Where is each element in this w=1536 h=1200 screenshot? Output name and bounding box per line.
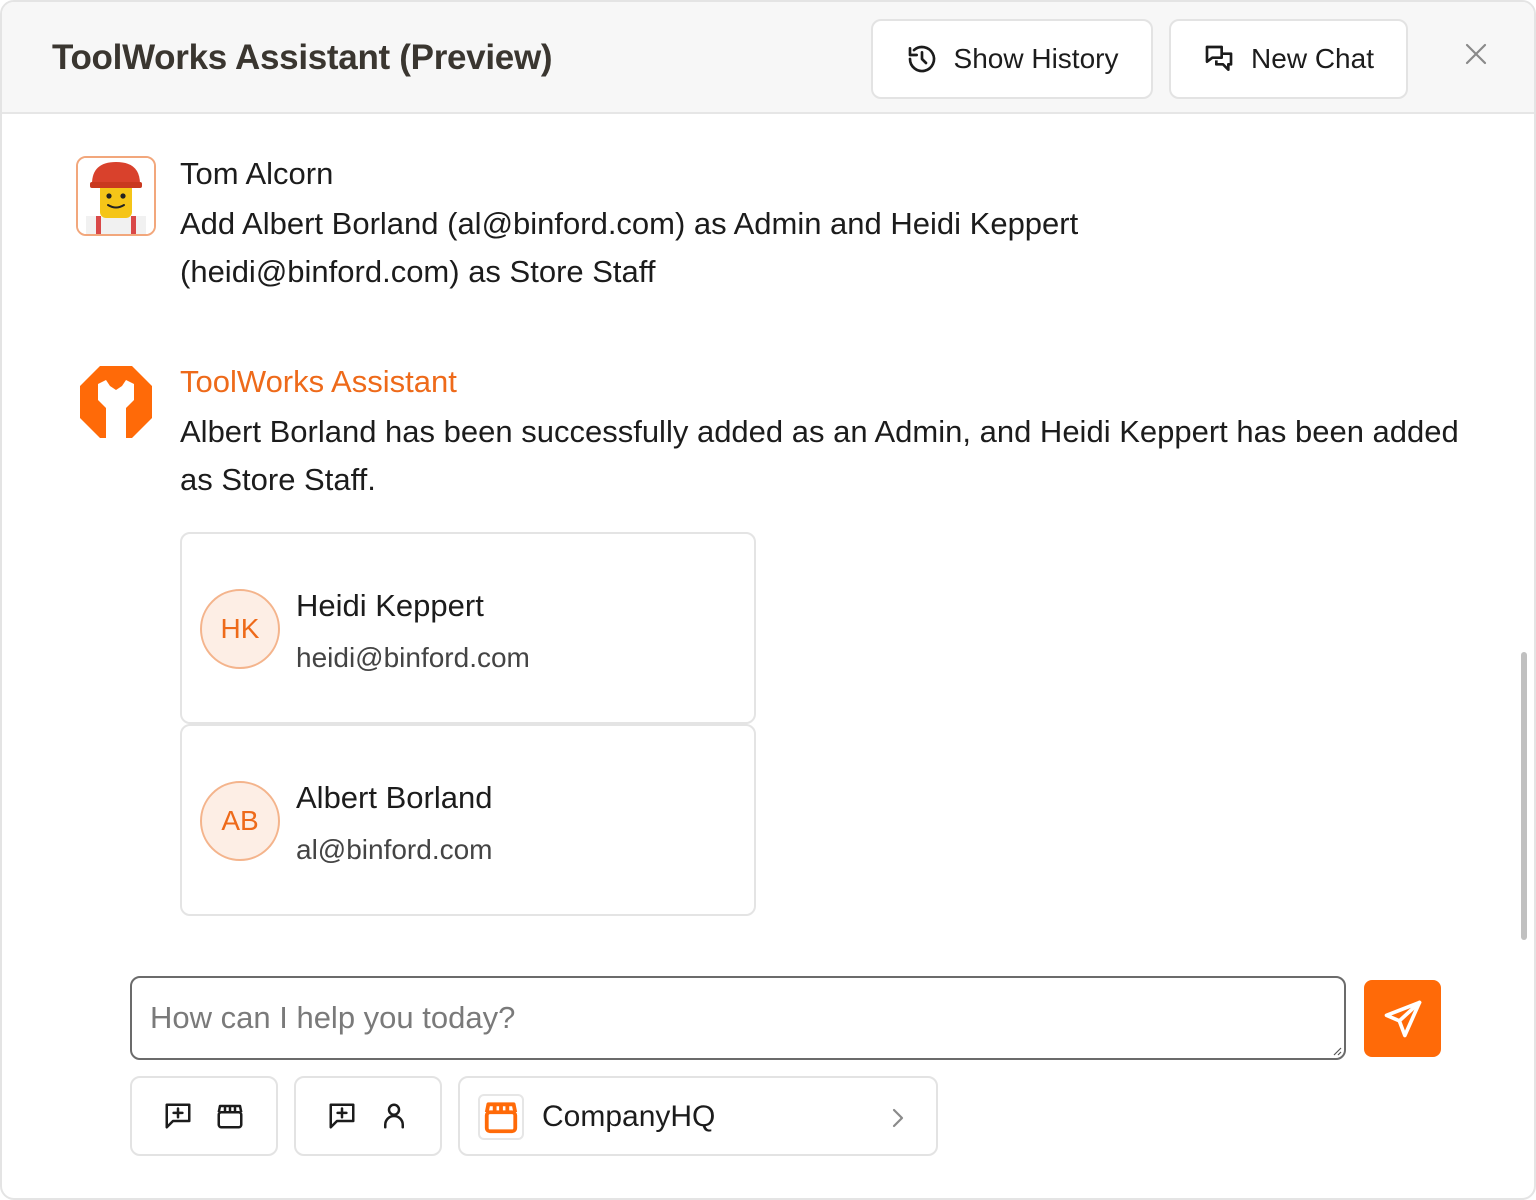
assistant-avatar [78, 364, 154, 440]
initials-avatar: AB [200, 781, 280, 861]
new-chat-label: New Chat [1251, 43, 1374, 74]
user-icon [384, 1103, 404, 1129]
panel-title: ToolWorks Assistant (Preview) [52, 38, 553, 77]
message-plus-icon [329, 1103, 355, 1129]
message-input[interactable] [132, 978, 1344, 1058]
assistant-name: ToolWorks Assistant [180, 364, 457, 399]
message-input-box[interactable] [130, 976, 1346, 1060]
initials-avatar: HK [200, 589, 280, 669]
new-chat-button[interactable]: New Chat [1169, 19, 1408, 99]
user-card-name: Albert Borland [296, 780, 493, 815]
close-icon [1465, 43, 1487, 65]
chat-bubbles-icon [1205, 45, 1233, 71]
store-selector[interactable]: CompanyHQ [458, 1076, 938, 1156]
close-button[interactable] [1458, 36, 1494, 72]
store-icon [484, 1102, 518, 1134]
send-button[interactable] [1364, 980, 1441, 1057]
message-text: Albert Borland has been successfully add… [180, 414, 1459, 497]
history-icon [908, 45, 935, 73]
chevron-right-icon [892, 1108, 904, 1128]
resize-grip-icon[interactable] [1332, 1046, 1342, 1056]
add-user-chat-button[interactable] [294, 1076, 442, 1156]
add-store-chat-button[interactable] [130, 1076, 278, 1156]
user-card-name: Heidi Keppert [296, 588, 484, 623]
assistant-panel: ToolWorks Assistant (Preview) Show Histo… [0, 0, 1536, 1200]
user-card[interactable]: AB Albert Borland al@binford.com [180, 724, 756, 916]
user-card-email: al@binford.com [296, 834, 493, 865]
wrench-logo-icon [80, 366, 152, 438]
user-avatar [76, 156, 156, 236]
message-text: Add Albert Borland (al@binford.com) as A… [180, 206, 1079, 289]
send-icon [1384, 1000, 1421, 1037]
user-card-email: heidi@binford.com [296, 642, 530, 673]
store-name: CompanyHQ [542, 1100, 716, 1133]
show-history-button[interactable]: Show History [871, 19, 1153, 99]
user-card[interactable]: HK Heidi Keppert heidi@binford.com [180, 532, 756, 724]
message-plus-icon [165, 1103, 191, 1129]
sender-name: Tom Alcorn [180, 156, 334, 191]
show-history-label: Show History [953, 43, 1119, 74]
lego-worker-avatar-icon [78, 158, 154, 234]
store-icon [217, 1104, 243, 1129]
scrollbar-thumb[interactable] [1521, 652, 1527, 940]
store-icon-badge [478, 1094, 524, 1140]
header: ToolWorks Assistant (Preview) Show Histo… [2, 2, 1534, 114]
